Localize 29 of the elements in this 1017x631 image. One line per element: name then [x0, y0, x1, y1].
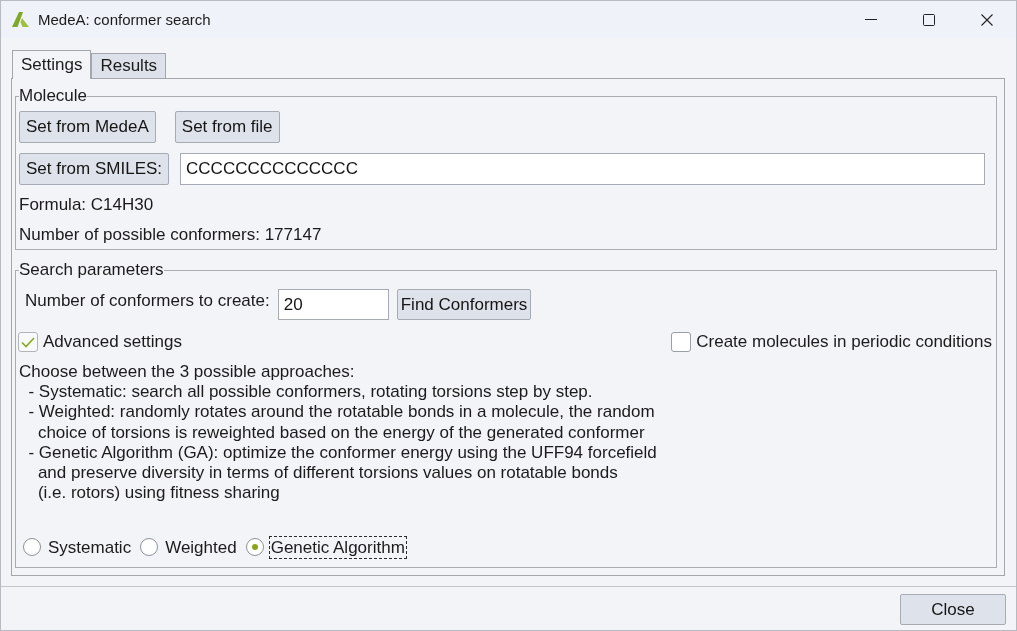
checkbox-icon[interactable]	[671, 332, 692, 352]
checkbox-label[interactable]: Create molecules in periodic conditions	[696, 332, 992, 352]
tab[interactable]: Results	[91, 53, 167, 79]
set-from-file-button[interactable]: Set from file	[174, 111, 280, 143]
app-logo-icon	[12, 12, 29, 27]
formula-text: Formula: C14H30	[19, 195, 154, 215]
checkbox-label[interactable]: Advanced settings	[43, 332, 182, 352]
description-text: Choose between the 3 possible approaches: - Systematic: search all possible conformers, rotating torsions step by step. - Weighted: randomly rotates around the rotatable bonds in a molecule, the random choice of torsions is reweighted based on the energy of the generated conformer - Genetic Algorithm (GA): optimize the conformer energy using the UFF94 forcefield and preserve diversity in terms of different torsions values on rotatable bonds (i.e. rotors) using fitness sharing	[19, 362, 657, 504]
radio-icon[interactable]	[23, 538, 41, 557]
conformers-label: Number of conformers to create:	[25, 291, 270, 311]
find-conformers-button[interactable]: Find Conformers	[396, 289, 532, 320]
tab[interactable]: Settings	[12, 50, 92, 79]
set-from-medea-button[interactable]: Set from MedeA	[19, 111, 156, 143]
group-title: Molecule	[19, 86, 88, 106]
maximize-icon[interactable]	[923, 13, 935, 26]
radio-icon[interactable]	[140, 538, 159, 557]
checkbox-icon[interactable]	[18, 332, 38, 352]
conformer-count-text: Number of possible conformers: 177147	[19, 225, 322, 245]
window-title: MedeA: conformer search	[38, 11, 211, 28]
radio-label[interactable]: Systematic	[46, 535, 134, 559]
smiles-field[interactable]: CCCCCCCCCCCCCC	[180, 153, 985, 185]
close-button[interactable]: Close	[900, 594, 1006, 625]
radio-icon[interactable]	[245, 538, 264, 557]
conformers-count-field[interactable]: 20	[277, 289, 389, 320]
group-title: Search parameters	[19, 260, 164, 280]
close-icon[interactable]	[981, 13, 993, 26]
radio-label[interactable]: Weighted	[163, 535, 239, 559]
set-from-smiles-button[interactable]: Set from SMILES:	[19, 153, 170, 185]
radio-label[interactable]: Genetic Algorithm	[268, 535, 407, 559]
